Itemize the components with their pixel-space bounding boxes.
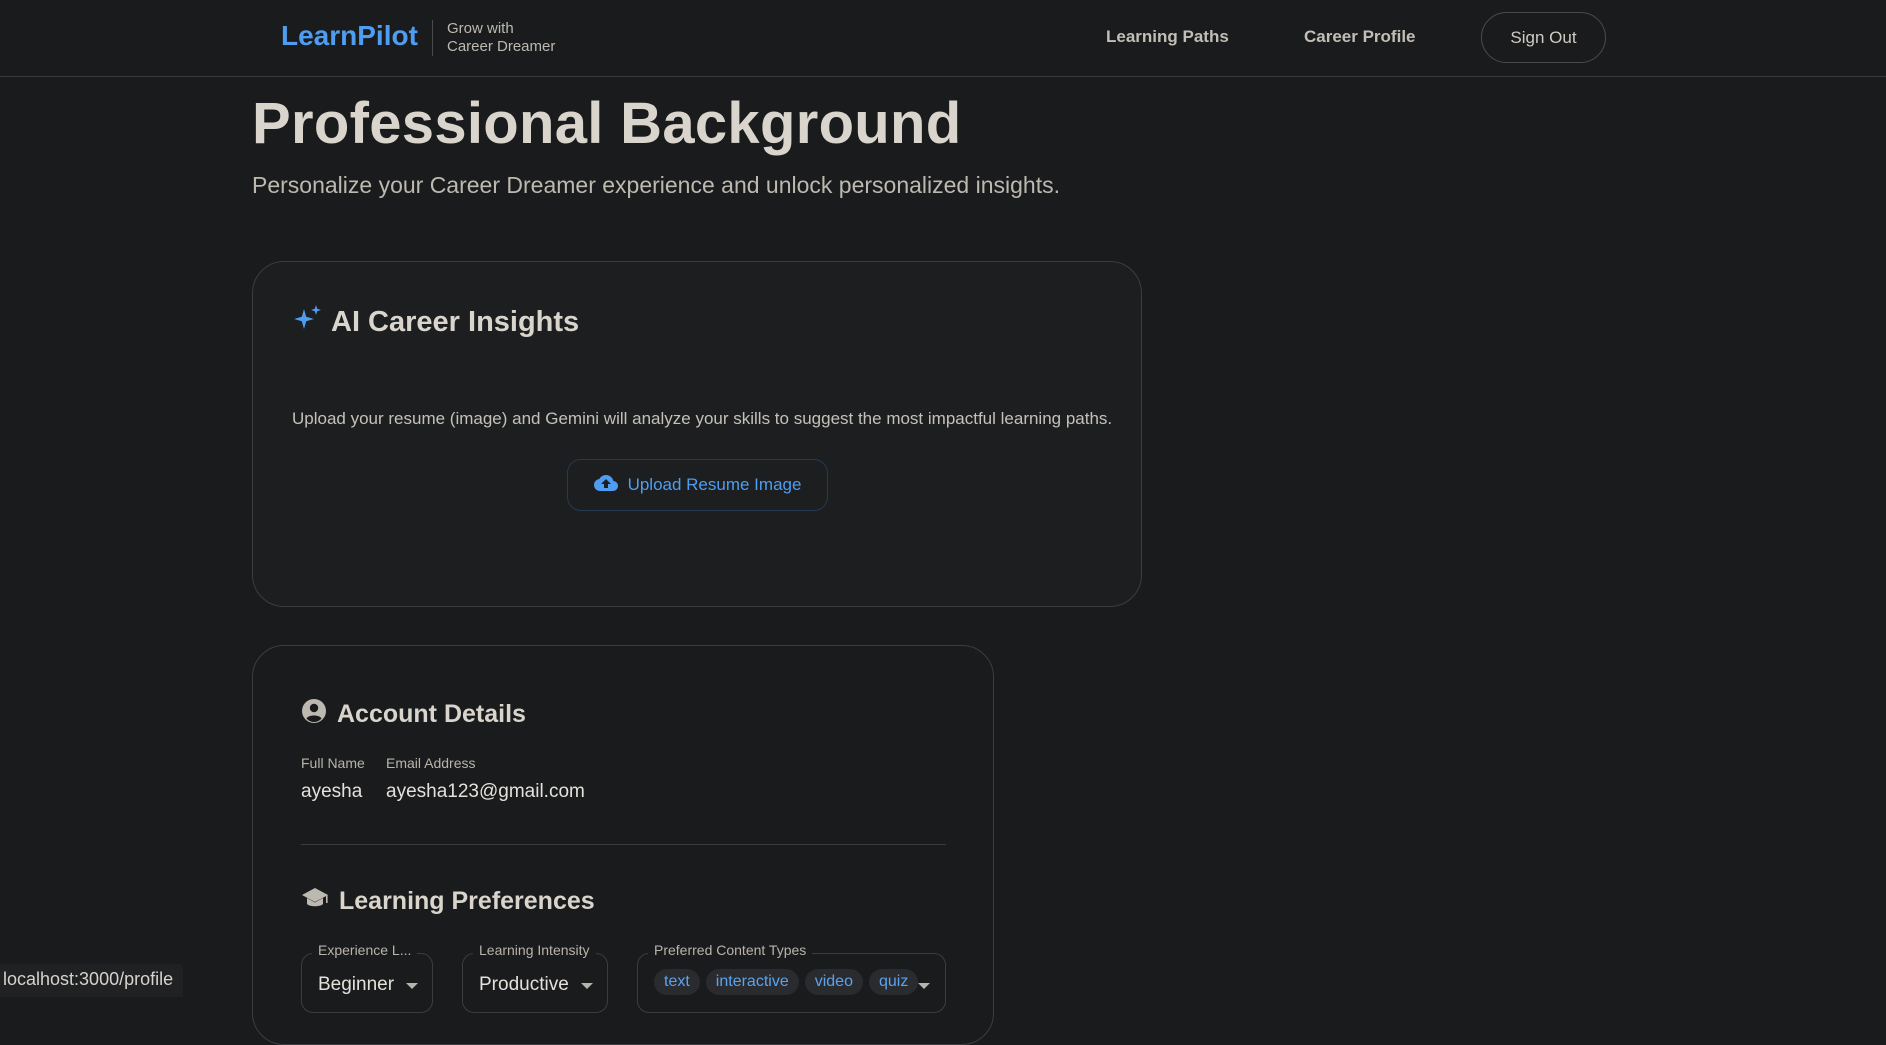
upload-resume-button[interactable]: Upload Resume Image <box>567 459 828 511</box>
tagline-line-2: Career Dreamer <box>447 38 556 55</box>
tagline-line-1: Grow with <box>447 20 514 37</box>
upload-resume-label: Upload Resume Image <box>627 475 802 494</box>
top-nav-bar: LearnPilot Grow with Career Dreamer Lear… <box>0 0 1886 77</box>
account-details-title: Account Details <box>337 700 526 728</box>
ai-insights-heading: AI Career Insights <box>293 303 579 341</box>
content-types-label: Preferred Content Types <box>648 942 813 958</box>
content-type-chips: text interactive video quiz <box>654 969 919 995</box>
sign-out-button[interactable]: Sign Out <box>1481 12 1606 63</box>
experience-level-value: Beginner <box>318 974 395 995</box>
page-subtitle: Personalize your Career Dreamer experien… <box>252 172 1060 198</box>
graduation-cap-icon <box>301 886 329 917</box>
browser-status-url: localhost:3000/profile <box>0 964 184 997</box>
content-types-select[interactable]: Preferred Content Types text interactive… <box>637 942 946 1013</box>
account-details-heading: Account Details <box>301 698 526 731</box>
brand-logo[interactable]: LearnPilot <box>281 20 418 52</box>
content-type-chip[interactable]: interactive <box>705 969 799 995</box>
chevron-down-icon <box>406 983 418 989</box>
chevron-down-icon <box>581 983 593 989</box>
account-circle-icon <box>301 698 327 731</box>
email-label: Email Address <box>386 755 476 771</box>
learning-intensity-value: Productive <box>479 974 569 995</box>
ai-insights-title: AI Career Insights <box>331 305 580 338</box>
learning-intensity-label: Learning Intensity <box>473 942 596 958</box>
page-title: Professional Background <box>252 91 962 156</box>
learning-intensity-select[interactable]: Learning Intensity Productive <box>462 942 608 1013</box>
content-type-chip[interactable]: video <box>804 969 863 995</box>
experience-level-select[interactable]: Experience L... Beginner <box>301 942 433 1013</box>
nav-learning-paths[interactable]: Learning Paths <box>1106 27 1229 47</box>
learning-preferences-heading: Learning Preferences <box>301 886 595 917</box>
brand-tagline: Grow with Career Dreamer <box>447 20 555 56</box>
content-type-chip[interactable]: quiz <box>868 969 919 995</box>
full-name-label: Full Name <box>301 755 365 771</box>
ai-insights-description: Upload your resume (image) and Gemini wi… <box>292 409 1113 428</box>
section-divider <box>301 844 946 845</box>
ai-insights-card: AI Career Insights Upload your resume (i… <box>252 261 1142 607</box>
brand-divider <box>432 20 433 56</box>
experience-level-label: Experience L... <box>312 942 418 958</box>
full-name-value: ayesha <box>301 781 363 802</box>
account-details-card: Account Details Full Name ayesha Email A… <box>252 645 994 1045</box>
cloud-upload-icon <box>593 474 618 497</box>
content-type-chip[interactable]: text <box>654 969 700 995</box>
email-value: ayesha123@gmail.com <box>386 781 585 802</box>
chevron-down-icon <box>918 983 930 989</box>
learning-preferences-title: Learning Preferences <box>339 887 595 915</box>
sparkles-icon <box>293 303 323 341</box>
nav-career-profile[interactable]: Career Profile <box>1304 27 1416 47</box>
